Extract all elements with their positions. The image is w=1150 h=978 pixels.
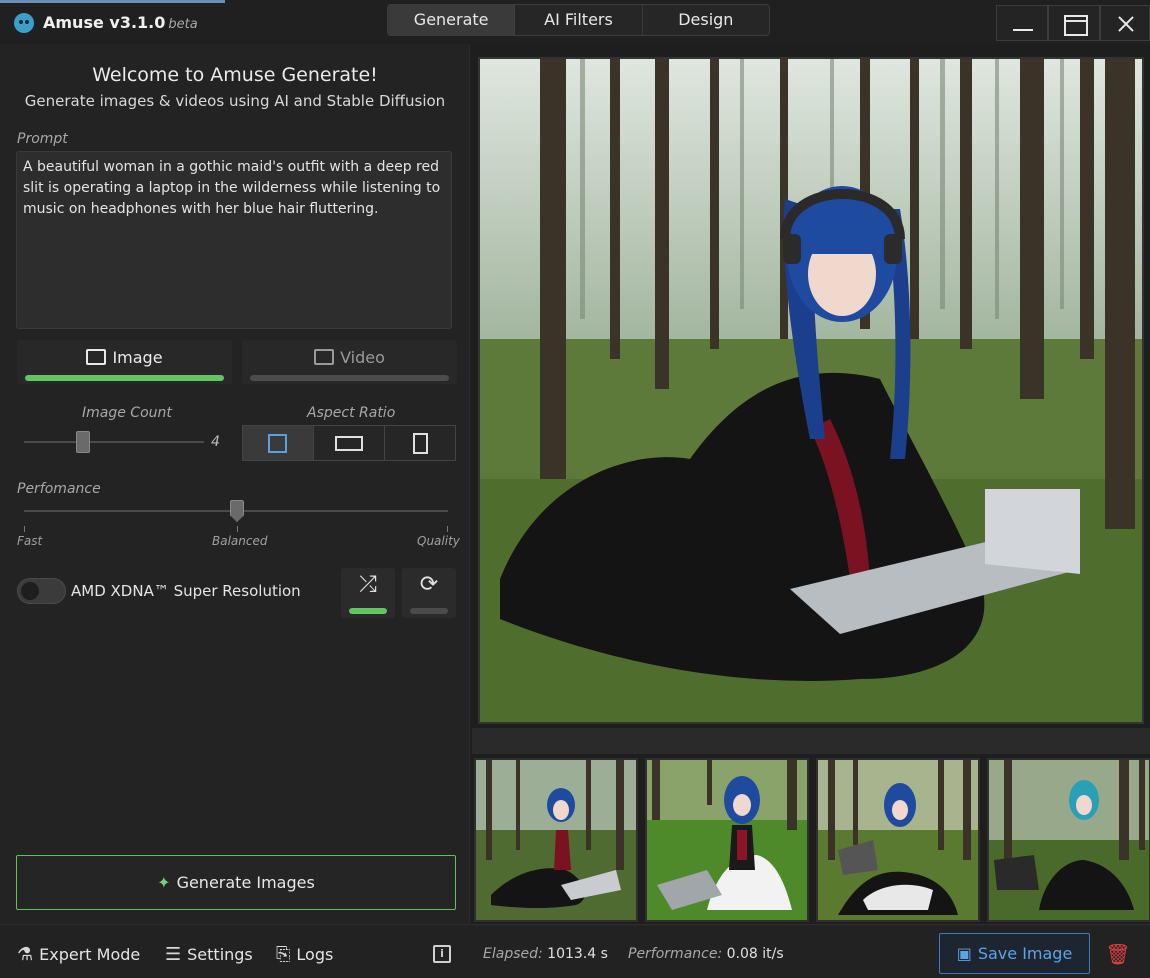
thumbnail-3-image [818, 760, 978, 920]
refresh-icon: ⟳ [419, 572, 439, 597]
thumbnail-3[interactable] [816, 758, 980, 922]
maximize-button[interactable] [1048, 5, 1100, 41]
save-image-button[interactable]: ▣ Save Image [939, 933, 1090, 974]
tick-fast [24, 526, 25, 532]
generated-image [480, 59, 1142, 722]
welcome-subtitle: Generate images & videos using AI and St… [24, 92, 446, 110]
save-icon: ▣ [956, 944, 972, 963]
generate-settings-panel: Welcome to Amuse Generate! Generate imag… [0, 44, 470, 924]
app-name: Amuse v3.1.0 [43, 13, 166, 32]
performance-thumb[interactable] [230, 500, 244, 522]
trash-icon: 🗑 [1105, 942, 1131, 966]
logs-button[interactable]: ⎘ Logs [276, 944, 333, 965]
image-count-label: Image Count [82, 405, 172, 421]
thumbnail-4[interactable] [987, 758, 1150, 922]
settings-button[interactable]: ☰ Settings [165, 944, 253, 965]
landscape-icon [335, 436, 363, 451]
random-seed-indicator [349, 608, 387, 614]
main-tabs: Generate AI Filters Design [387, 4, 770, 36]
magic-wand-icon: ✦ [157, 873, 171, 892]
amuse-logo-icon [14, 13, 34, 33]
image-mode-content: Image [17, 348, 232, 367]
thumbnail-4-image [989, 760, 1149, 920]
close-button[interactable] [1100, 5, 1150, 41]
aspect-landscape-button[interactable] [314, 426, 385, 460]
elapsed-stat: Elapsed: 1013.4 s [483, 946, 608, 962]
image-mode-button[interactable]: Image [17, 340, 232, 384]
performance-stat-label: Performance: [628, 946, 723, 962]
square-icon [268, 434, 287, 453]
aspect-portrait-button[interactable] [385, 426, 455, 460]
tick-balanced [237, 526, 238, 532]
image-mode-indicator [25, 375, 224, 381]
thumbnail-1[interactable] [474, 758, 638, 922]
generate-images-button[interactable]: ✦ Generate Images [16, 855, 456, 910]
thumbnail-1-image [476, 760, 636, 920]
super-resolution-label: AMD XDNA™ Super Resolution [71, 582, 301, 600]
delete-image-button[interactable]: 🗑 [1098, 937, 1138, 971]
performance-stat-value: 0.08 it/s [726, 946, 784, 962]
generated-image-preview[interactable] [478, 57, 1144, 724]
video-mode-label: Video [340, 348, 385, 367]
tab-ai-filters[interactable]: AI Filters [515, 5, 643, 35]
image-count-value: 4 [211, 434, 220, 450]
generate-images-label: Generate Images [176, 873, 315, 892]
flask-gear-icon: ⚗ [17, 944, 34, 965]
image-count-slider[interactable] [24, 441, 204, 443]
video-mode-button[interactable]: Video [242, 340, 457, 384]
performance-fast-label: Fast [17, 534, 43, 548]
performance-label: Perfomance [17, 481, 101, 497]
info-icon[interactable]: i [433, 945, 451, 963]
sliders-icon: ☰ [165, 944, 182, 965]
prompt-label: Prompt [17, 131, 68, 147]
tab-generate[interactable]: Generate [388, 5, 516, 35]
status-bar: ⚗ Expert Mode ☰ Settings ⎘ Logs i Elapsed: … [0, 924, 1150, 978]
video-mode-indicator [250, 375, 449, 381]
welcome-title: Welcome to Amuse Generate! [92, 64, 378, 86]
preview-divider [472, 728, 1150, 754]
image-count-thumb[interactable] [76, 431, 90, 453]
portrait-icon [413, 433, 428, 454]
file-export-icon: ⎘ [276, 944, 291, 965]
performance-balanced-label: Balanced [212, 534, 268, 548]
performance-stat: Performance: 0.08 it/s [628, 946, 784, 962]
settings-label: Settings [187, 945, 253, 964]
app-title: Amuse v3.1.0 beta [43, 13, 198, 32]
save-image-label: Save Image [977, 944, 1073, 963]
video-mode-content: Video [242, 348, 457, 367]
aspect-ratio-selector [242, 425, 456, 461]
shuffle-icon: ⤮ [359, 572, 377, 597]
aspect-square-button[interactable] [243, 426, 314, 460]
prompt-input[interactable]: A beautiful woman in a gothic maid's out… [16, 151, 452, 329]
reuse-seed-button[interactable]: ⟳ [402, 568, 456, 618]
beta-badge: beta [168, 17, 198, 32]
performance-quality-label: Quality [417, 534, 460, 548]
minimize-button[interactable] [996, 5, 1048, 41]
image-mode-label: Image [112, 348, 163, 367]
random-seed-button[interactable]: ⤮ [341, 568, 395, 618]
expert-mode-label: Expert Mode [39, 945, 141, 964]
tab-design[interactable]: Design [642, 5, 769, 35]
film-icon [314, 349, 335, 365]
thumbnail-2-image [647, 760, 807, 920]
elapsed-label: Elapsed: [483, 946, 543, 962]
title-bar: Amuse v3.1.0 beta Generate AI Filters Des… [0, 0, 1150, 44]
expert-mode-button[interactable]: ⚗ Expert Mode [17, 944, 140, 965]
title-accent-line [0, 0, 225, 3]
thumbnail-2[interactable] [645, 758, 809, 922]
aspect-ratio-label: Aspect Ratio [307, 405, 396, 421]
elapsed-value: 1013.4 s [547, 946, 608, 962]
logs-label: Logs [296, 945, 334, 964]
image-icon [86, 349, 107, 365]
tick-quality [447, 526, 448, 532]
super-resolution-toggle[interactable] [17, 578, 66, 604]
reuse-seed-indicator [410, 608, 448, 614]
